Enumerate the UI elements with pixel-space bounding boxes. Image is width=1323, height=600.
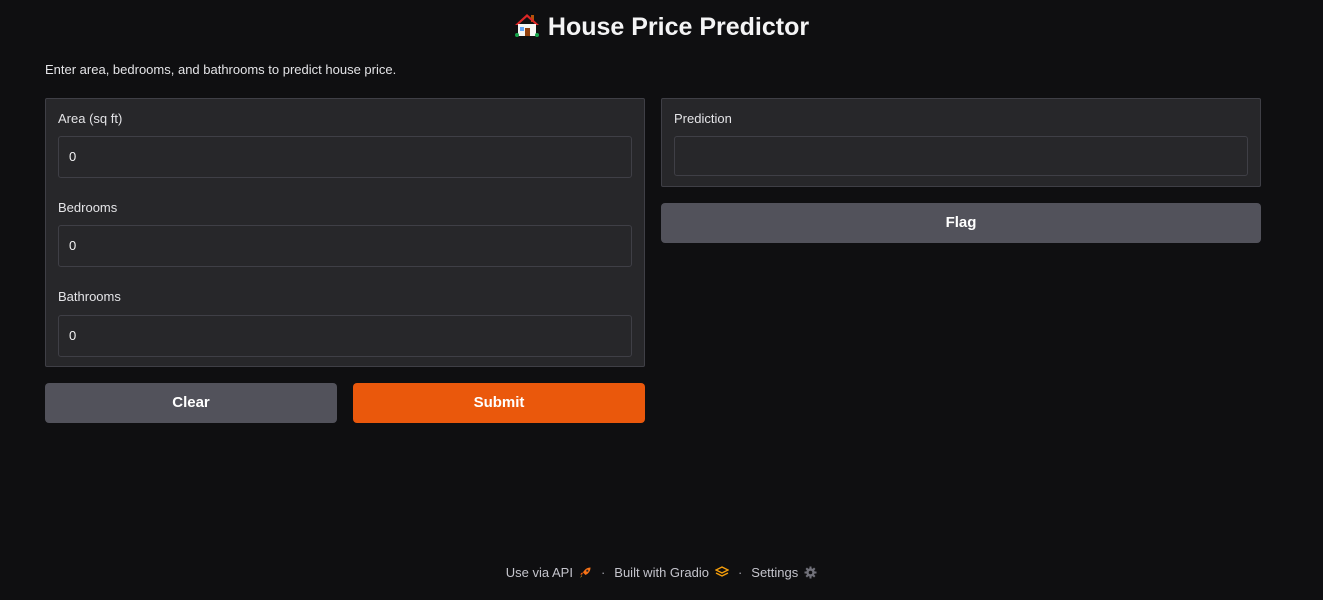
gradio-app: House Price Predictor Enter area, bedroo… xyxy=(0,0,1323,600)
area-input[interactable]: 0 xyxy=(58,136,632,178)
bathrooms-label: Bathrooms xyxy=(58,289,121,304)
bedrooms-input[interactable]: 0 xyxy=(58,225,632,267)
prediction-label: Prediction xyxy=(674,111,732,126)
use-via-api-text: Use via API xyxy=(505,565,573,580)
built-with-gradio-text: Built with Gradio xyxy=(614,565,709,580)
flag-button[interactable]: Flag xyxy=(661,203,1261,243)
gradio-logo-icon xyxy=(714,565,730,585)
bathrooms-input[interactable]: 0 xyxy=(58,315,632,357)
submit-button[interactable]: Submit xyxy=(353,383,645,423)
prediction-output[interactable] xyxy=(674,136,1248,176)
footer-separator: · xyxy=(737,565,743,580)
built-with-gradio-link[interactable]: Built with Gradio xyxy=(614,563,730,585)
gear-icon xyxy=(804,565,817,585)
output-panel: Prediction xyxy=(661,98,1261,187)
use-via-api-link[interactable]: Use via API xyxy=(506,563,592,585)
settings-text: Settings xyxy=(751,565,799,580)
input-panel: Area (sq ft) 0 Bedrooms 0 Bathrooms 0 xyxy=(45,98,645,367)
footer-separator: · xyxy=(600,565,606,580)
clear-button[interactable]: Clear xyxy=(45,383,337,423)
bedrooms-label: Bedrooms xyxy=(58,200,118,215)
house-emoji-icon xyxy=(514,12,540,47)
footer: Use via API · Built with Gradio · Settings xyxy=(0,563,1323,585)
rocket-icon xyxy=(579,565,592,585)
app-description: Enter area, bedrooms, and bathrooms to p… xyxy=(45,62,397,77)
page-title: House Price Predictor xyxy=(0,10,1323,47)
area-label: Area (sq ft) xyxy=(58,111,123,126)
page-title-text: House Price Predictor xyxy=(547,13,810,41)
settings-link[interactable]: Settings xyxy=(751,563,817,585)
